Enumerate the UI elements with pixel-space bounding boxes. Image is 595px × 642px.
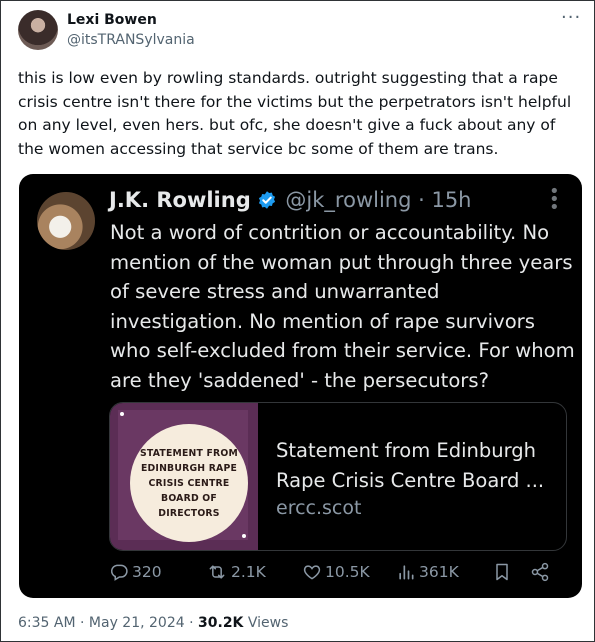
share-icon [531,562,549,582]
quoted-author-handle[interactable]: @jk_rowling [285,188,411,212]
verified-badge-icon [257,190,277,215]
post-date[interactable]: May 21, 2024 [89,615,185,631]
statement-badge: STATEMENT FROM EDINBURGH RAPE CRISIS CEN… [130,424,248,542]
bookmark-icon [496,563,508,581]
quoted-more-options-icon[interactable]: • • • [549,183,560,217]
repost-button[interactable]: 2.1K [206,562,266,582]
reply-icon [111,564,128,581]
bookmark-button[interactable] [492,562,515,582]
author-name[interactable]: Lexi Bowen [67,12,157,28]
views-label: Views [247,615,289,631]
footer-separator: · [80,615,89,631]
link-domain[interactable]: ercc.scot [276,497,361,519]
quoted-tweet-text: Not a word of contrition or accountabili… [110,221,575,392]
link-preview-card[interactable]: STATEMENT FROM EDINBURGH RAPE CRISIS CEN… [109,402,567,551]
footer-separator: · [189,615,199,631]
share-button[interactable] [530,562,553,582]
analytics-icon [399,565,414,580]
link-thumbnail: STATEMENT FROM EDINBURGH RAPE CRISIS CEN… [110,403,258,550]
tweet-frame: Lexi Bowen @itsTRANSylvania ··· this is … [0,0,595,642]
repost-icon [209,565,225,579]
reply-button[interactable]: 320 [109,562,162,582]
views-count: 30.2K [198,615,244,631]
link-title[interactable]: Statement from Edinburgh Rape Crisis Cen… [276,436,556,496]
meta-separator: · [411,188,432,212]
tweet-text: this is low even by rowling standards. o… [18,69,572,158]
view-count: 361K [419,563,459,581]
heart-icon [303,565,321,580]
action-bar: 320 2.1K 10.5K 361K [19,562,582,592]
like-count: 10.5K [325,563,370,581]
post-time[interactable]: 6:35 AM [18,615,76,631]
quoted-author-avatar[interactable] [37,192,95,250]
quoted-tweet-time[interactable]: 15h [431,188,471,212]
quoted-tweet-header: J.K. Rowling @jk_rowling · 15h [109,188,471,215]
author-handle[interactable]: @itsTRANSylvania [67,32,195,48]
like-button[interactable]: 10.5K [302,562,370,582]
reply-count: 320 [132,563,162,581]
more-options-icon[interactable]: ··· [561,7,581,28]
repost-count: 2.1K [231,563,266,581]
views-button[interactable]: 361K [396,562,459,582]
quoted-tweet-card[interactable]: J.K. Rowling @jk_rowling · 15h • • • Not a… [19,174,582,598]
tweet-footer: 6:35 AM · May 21, 2024 · 30.2K Views [18,615,288,631]
quoted-author-name[interactable]: J.K. Rowling [109,188,251,212]
author-avatar[interactable] [18,10,58,50]
